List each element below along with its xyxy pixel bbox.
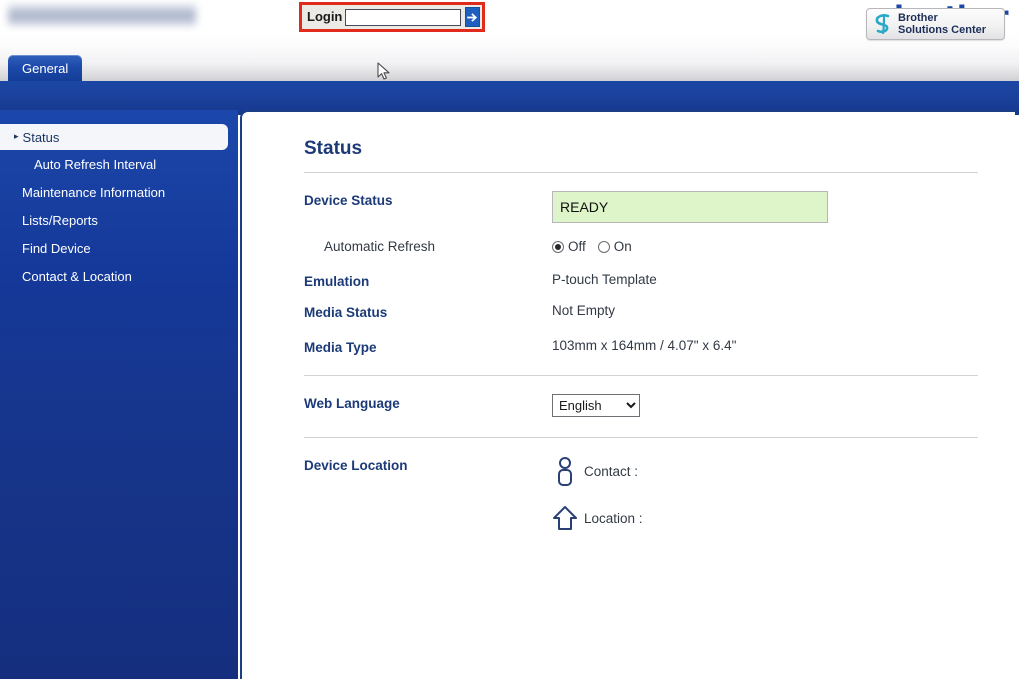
location-line: Location : <box>552 504 643 532</box>
login-input[interactable] <box>345 8 462 26</box>
location-label: Location : <box>584 510 643 526</box>
sidebar-item-label: Maintenance Information <box>22 184 166 200</box>
media-type-value: 103mm x 164mm / 4.07" x 6.4" <box>552 338 737 353</box>
caret-right-icon: ▸ <box>14 130 19 141</box>
arrow-right-icon <box>467 12 478 22</box>
radio-on[interactable] <box>597 240 610 253</box>
emulation-label: Emulation <box>304 274 370 289</box>
model-name-redacted <box>8 4 196 26</box>
web-based-management-page: Login brother Brother Solutions Center G… <box>0 0 1019 679</box>
bsc-line1: Brother <box>898 11 938 24</box>
person-icon <box>552 456 578 486</box>
automatic-refresh-label: Automatic Refresh <box>324 239 436 254</box>
title-divider <box>304 172 978 173</box>
automatic-refresh-radio-group: Off On <box>552 237 644 254</box>
contact-label: Contact : <box>584 463 639 479</box>
brother-swirl-icon <box>875 13 890 35</box>
media-status-value: Not Empty <box>552 303 616 318</box>
web-language-label: Web Language <box>304 396 400 411</box>
brother-solutions-center-button[interactable]: Brother Solutions Center <box>866 8 1005 40</box>
row-device-location: Device Location Contact : Location: <box>304 456 987 550</box>
radio-on-label: On <box>613 239 632 254</box>
home-icon <box>552 504 578 532</box>
sidebar-item-label: Contact & Location <box>22 268 132 284</box>
sidebar-item-label: Auto Refresh Interval <box>34 156 157 172</box>
sidebar-item-status[interactable]: ▸ Status <box>0 124 228 150</box>
divider-2 <box>304 437 978 438</box>
device-status-label: Device Status <box>304 193 393 208</box>
device-status-value: READY <box>552 191 828 223</box>
sidebar-item-auto-refresh-interval[interactable]: Auto Refresh Interval <box>0 150 238 178</box>
login-area: Login <box>299 2 485 32</box>
sidebar: ▸ Status Auto Refresh Interval Maintenan… <box>0 110 238 679</box>
row-media-status: Media Status Not Empty <box>304 303 987 320</box>
row-emulation: Emulation P-touch Template <box>304 272 987 289</box>
sidebar-item-maintenance-information[interactable]: Maintenance Information <box>0 178 238 206</box>
tab-general[interactable]: General <box>8 55 83 81</box>
row-automatic-refresh: Automatic Refresh Off On <box>304 237 987 254</box>
sidebar-item-label: Find Device <box>22 240 91 256</box>
device-location-label: Device Location <box>304 458 408 473</box>
page-title: Status <box>304 138 363 159</box>
sidebar-item-contact-location[interactable]: Contact & Location <box>0 262 238 290</box>
sidebar-item-lists-reports[interactable]: Lists/Reports <box>0 206 238 234</box>
content-panel: Status Device Status READY Automatic Ref… <box>240 110 1015 679</box>
radio-off-label: Off <box>568 239 586 254</box>
web-language-select[interactable]: English <box>552 394 640 417</box>
login-submit-button[interactable] <box>465 7 481 27</box>
sidebar-item-label: Lists/Reports <box>22 212 98 228</box>
row-media-type: Media Type 103mm x 164mm / 4.07" x 6.4" <box>304 338 987 355</box>
media-status-label: Media Status <box>304 305 388 320</box>
device-location-values: Contact : Location : <box>552 456 643 550</box>
media-type-label: Media Type <box>304 340 377 355</box>
divider-1 <box>304 375 978 376</box>
sidebar-item-find-device[interactable]: Find Device <box>0 234 238 262</box>
tab-bar: General <box>0 55 1019 81</box>
contact-line: Contact : <box>552 456 643 486</box>
sidebar-item-label: Status <box>22 129 60 145</box>
emulation-value: P-touch Template <box>552 272 657 287</box>
login-label: Login <box>307 9 343 24</box>
radio-off[interactable] <box>552 240 564 253</box>
row-device-status: Device Status READY <box>304 191 987 223</box>
row-web-language: Web Language English <box>304 394 987 417</box>
bsc-line2: Solutions Center <box>898 24 987 36</box>
